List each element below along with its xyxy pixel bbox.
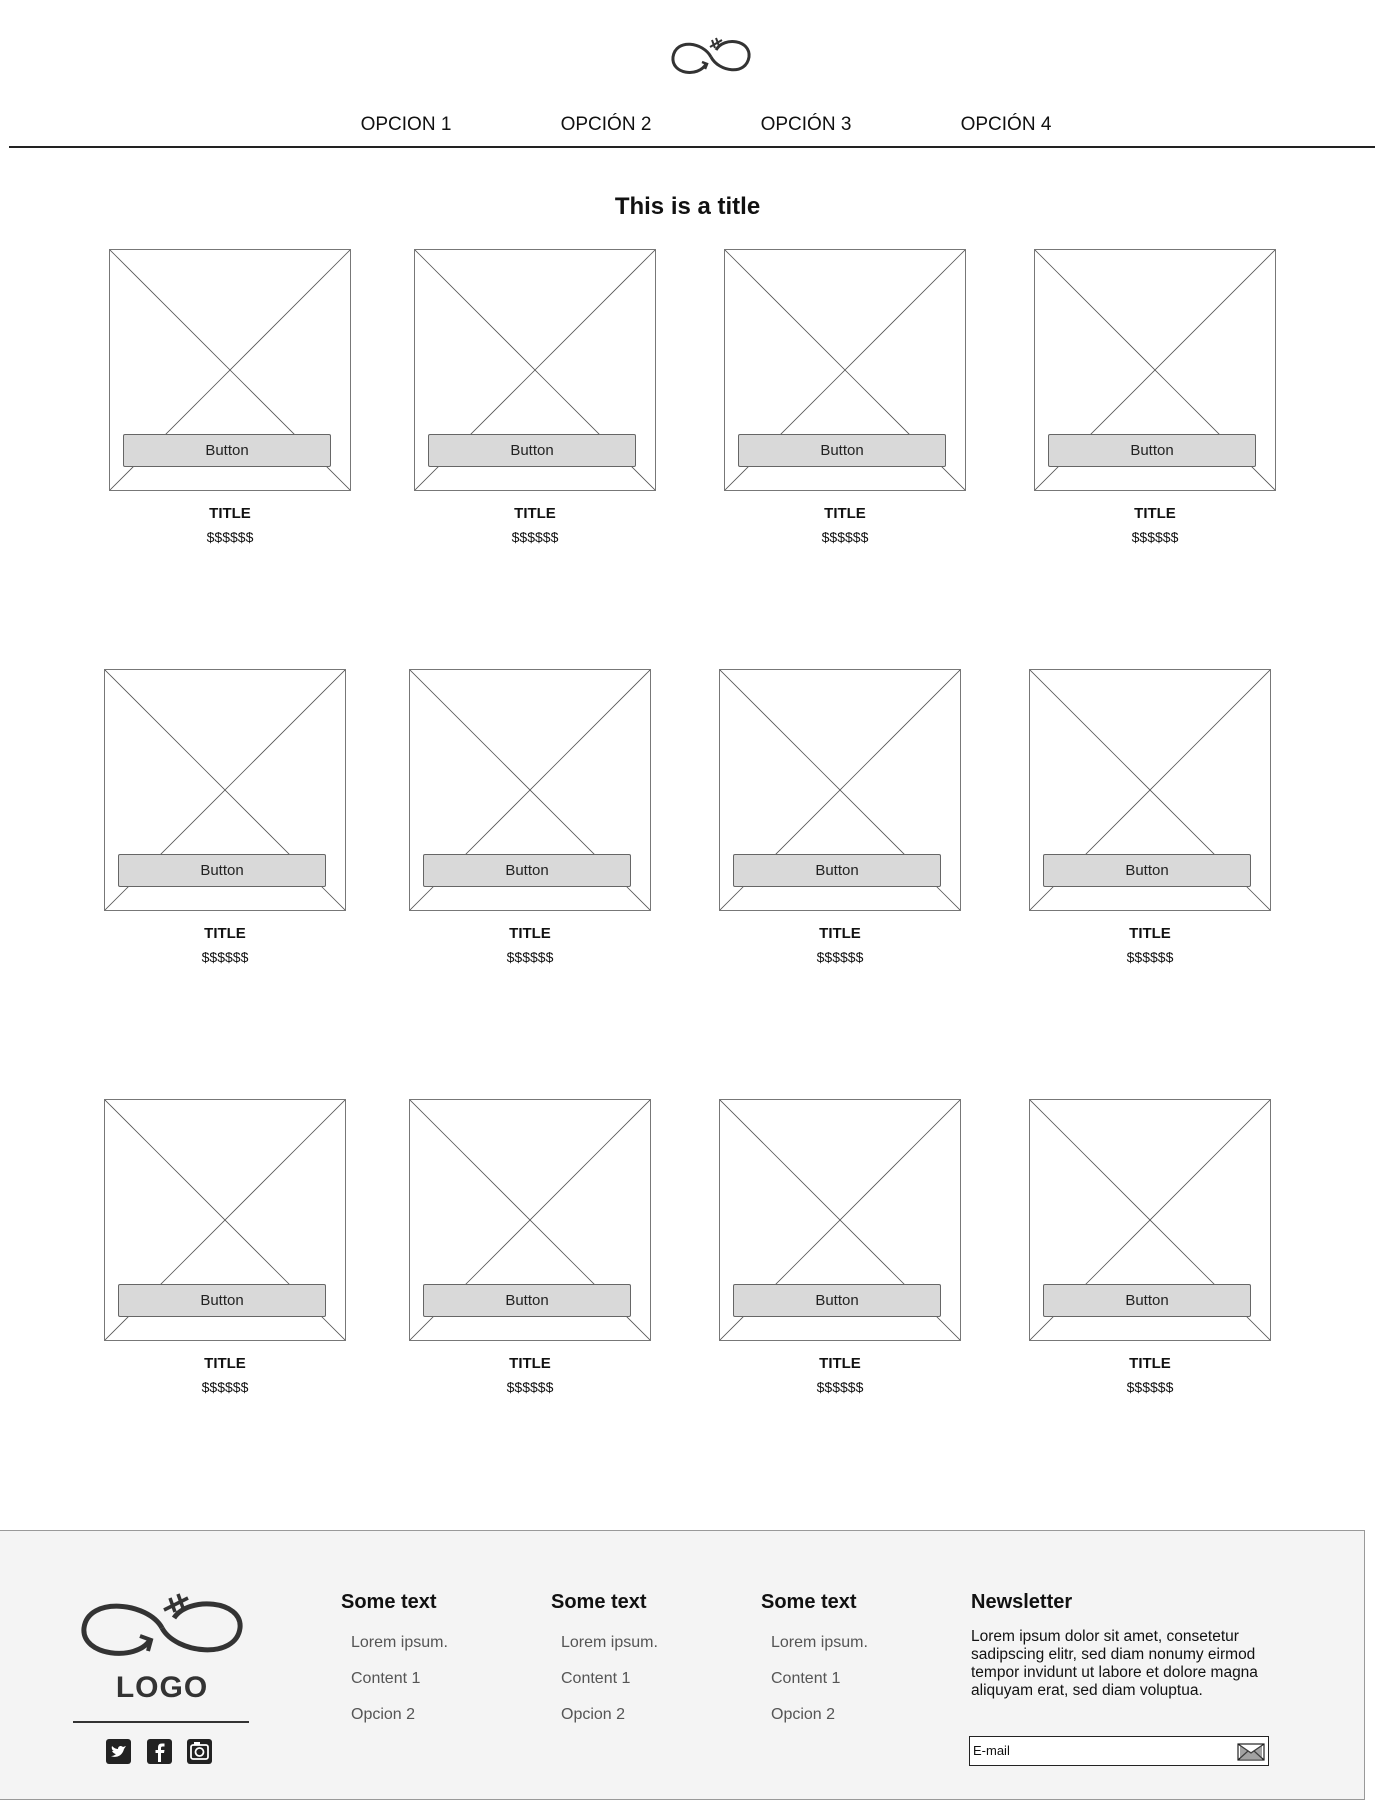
footer-logo-text: LOGO [115,1671,209,1704]
product-price: $$$$$$ [506,949,554,965]
footer-logo-icon [81,1593,243,1656]
instagram-icon[interactable] [187,1739,212,1764]
footer-column-1: Some text Lorem ipsum. Content 1 Opcion … [341,1591,531,1723]
product-title: TITLE [819,1355,861,1372]
newsletter-text: Lorem ipsum dolor sit amet, consetetur s… [971,1628,1258,1699]
email-input[interactable] [971,1738,1225,1762]
product-title: TITLE [819,925,861,942]
product-price: $$$$$$ [816,1379,864,1395]
product-button[interactable]: Button [1043,854,1251,887]
product-title: TITLE [509,925,551,942]
product-button[interactable]: Button [1043,1284,1251,1317]
footer-link-lorem[interactable]: Lorem ipsum. [351,1634,448,1652]
footer-link-opcion-2[interactable]: Opcion 2 [771,1706,835,1724]
product-price: $$$$$$ [821,529,869,545]
footer-column-2: Some text Lorem ipsum. Content 1 Opcion … [551,1591,741,1723]
footer-link-opcion-2[interactable]: Opcion 2 [561,1706,625,1724]
page-title: This is a title [614,193,761,220]
footer-column-3: Some text Lorem ipsum. Content 1 Opcion … [761,1591,951,1723]
product-button[interactable]: Button [733,1284,941,1317]
product-price: $$$$$$ [511,529,559,545]
footer-column-heading: Some text [341,1591,437,1613]
footer-link-lorem[interactable]: Lorem ipsum. [771,1634,868,1652]
footer: LOGO Some text Lorem ipsum. Content 1 Op… [0,1530,1365,1800]
product-title: TITLE [509,1355,551,1372]
footer-link-content-1[interactable]: Content 1 [561,1670,630,1688]
product-button[interactable]: Button [428,434,636,467]
product-button[interactable]: Button [118,854,326,887]
product-button[interactable]: Button [1048,434,1256,467]
footer-logo-divider [73,1721,249,1723]
product-title: TITLE [209,505,251,522]
nav-item-opcion-4[interactable]: OPCIÓN 4 [961,114,1052,136]
product-price: $$$$$$ [816,949,864,965]
footer-link-opcion-2[interactable]: Opcion 2 [351,1706,415,1724]
product-title: TITLE [1129,925,1171,942]
nav-item-opcion-1[interactable]: OPCION 1 [361,114,452,136]
envelope-icon[interactable] [1237,1742,1265,1762]
product-price: $$$$$$ [201,949,249,965]
header-divider [9,146,1375,148]
product-title: TITLE [1129,1355,1171,1372]
main-nav: OPCION 1 OPCIÓN 2 OPCIÓN 3 OPCIÓN 4 [0,108,1375,148]
footer-link-lorem[interactable]: Lorem ipsum. [561,1634,658,1652]
nav-item-opcion-2[interactable]: OPCIÓN 2 [561,114,652,136]
product-price: $$$$$$ [206,529,254,545]
product-price: $$$$$$ [506,1379,554,1395]
newsletter-form [969,1736,1269,1766]
product-button[interactable]: Button [423,854,631,887]
product-title: TITLE [514,505,556,522]
footer-column-heading: Some text [551,1591,647,1613]
product-title: TITLE [204,925,246,942]
facebook-icon[interactable] [147,1739,172,1764]
infinity-arrow-logo-icon[interactable] [668,32,754,82]
product-title: TITLE [824,505,866,522]
footer-link-content-1[interactable]: Content 1 [351,1670,420,1688]
product-title: TITLE [1134,505,1176,522]
nav-item-opcion-3[interactable]: OPCIÓN 3 [761,114,852,136]
product-button[interactable]: Button [733,854,941,887]
footer-link-content-1[interactable]: Content 1 [771,1670,840,1688]
product-button[interactable]: Button [738,434,946,467]
newsletter-heading: Newsletter [971,1591,1073,1613]
product-button[interactable]: Button [118,1284,326,1317]
twitter-icon[interactable] [106,1739,131,1764]
product-price: $$$$$$ [201,1379,249,1395]
product-button[interactable]: Button [123,434,331,467]
footer-column-heading: Some text [761,1591,857,1613]
product-price: $$$$$$ [1126,949,1174,965]
product-price: $$$$$$ [1126,1379,1174,1395]
product-title: TITLE [204,1355,246,1372]
product-button[interactable]: Button [423,1284,631,1317]
product-price: $$$$$$ [1131,529,1179,545]
